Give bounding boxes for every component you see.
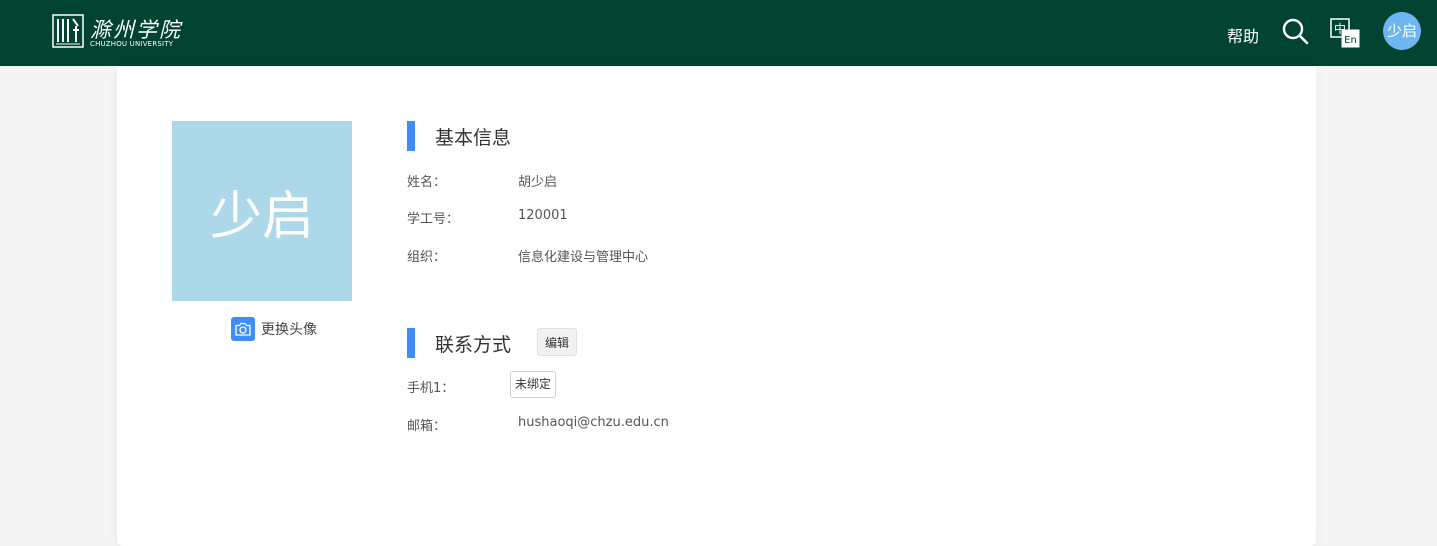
change-avatar-button[interactable]: 更换头像 [231,317,317,341]
profile-card: 少启 更换头像 基本信息 姓名： 胡少启 学工号： 120001 组织： 信息化… [117,66,1316,546]
staff-id-value: 120001 [518,208,568,223]
svg-text:En: En [1344,35,1357,46]
basic-info-title: 基本信息 [435,126,512,149]
logo-english-name: CHUZHOU UNIVERSITY [90,40,174,48]
top-navbar: 滁州学院 CHUZHOU UNIVERSITY 帮助 中 En 少启 [0,0,1437,66]
name-label: 姓名： [407,175,447,190]
email-label: 邮箱： [407,419,447,434]
phone-label: 手机1： [407,381,455,396]
university-logo[interactable]: 滁州学院 CHUZHOU UNIVERSITY [52,12,192,52]
phone-unbound-button[interactable]: 未绑定 [510,371,556,398]
organization-label: 组织： [407,250,447,265]
organization-value: 信息化建设与管理中心 [518,250,649,265]
search-icon[interactable] [1281,17,1309,45]
profile-avatar: 少启 [172,121,352,301]
name-value: 胡少启 [518,175,558,190]
user-avatar-button[interactable]: 少启 [1383,12,1421,50]
camera-icon [231,317,255,341]
contact-title: 联系方式 [435,333,512,356]
contact-heading: 联系方式 [407,328,511,358]
email-value: hushaoqi@chzu.edu.cn [518,415,669,430]
language-switch-icon[interactable]: 中 En [1330,18,1360,48]
basic-info-heading: 基本信息 [407,121,511,151]
help-link[interactable]: 帮助 [1227,23,1259,47]
logo-mark-icon [52,14,84,48]
staff-id-label: 学工号： [407,212,460,227]
edit-contact-button[interactable]: 编辑 [537,328,577,356]
change-avatar-label: 更换头像 [261,322,317,338]
section-accent-bar [407,328,415,358]
section-accent-bar [407,121,415,151]
